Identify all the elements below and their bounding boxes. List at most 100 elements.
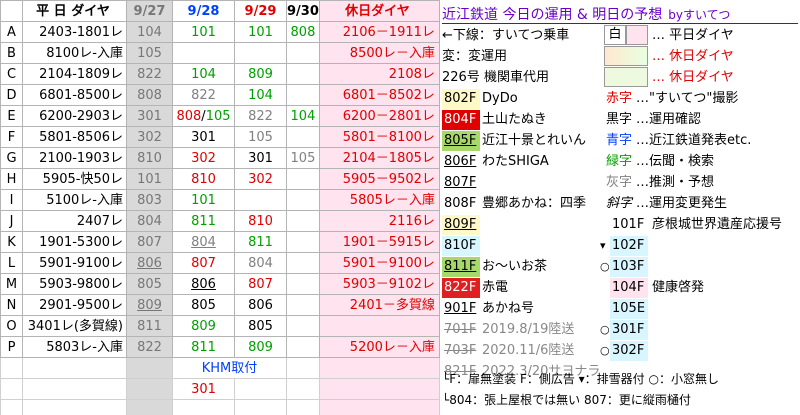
header-date-3: 9/30: [286, 0, 320, 22]
train-808F: 808F 豊郷あかね：四季: [444, 196, 587, 211]
train-number: 8100レ-入庫: [22, 42, 127, 64]
cell-value: 805: [126, 273, 173, 295]
blank: [286, 357, 320, 379]
row-id: J: [0, 210, 23, 232]
train-802F: 802F DyDo: [442, 88, 518, 109]
cell-value: [286, 336, 320, 358]
header-holiday: 休日ダイヤ: [318, 0, 440, 22]
cell-value: 806: [172, 273, 235, 295]
train-number: 5905-快50レ: [22, 168, 127, 190]
train-number: 6200-2903レ: [22, 105, 127, 127]
blank: [0, 357, 23, 379]
train-number: 5803レ-入庫: [22, 336, 127, 358]
header-weekday-label: 平 日 ダイヤ: [22, 0, 127, 22]
cell-value: 101: [234, 21, 287, 43]
holiday-chip: [626, 25, 648, 45]
train-number: 5901-9100レ: [22, 252, 127, 274]
cell-value: 810: [172, 168, 235, 190]
cell-value: 810: [234, 210, 287, 232]
legend-panel: 近江鉄道 今日の運用 & 明日の予想 byすいてつ ←下線：すいてつ乗車 変：変運…: [440, 0, 800, 415]
train-number: 6801-8500レ: [22, 84, 127, 106]
color-legend-item: 斜字 …運用変更発生: [606, 196, 728, 211]
header-date-0: 9/27: [126, 0, 173, 22]
holiday-train: 8500レ－入庫: [318, 42, 440, 64]
cell-value: [286, 294, 320, 316]
cell-value: [286, 252, 320, 274]
holiday-train: 5905－9502レ: [318, 168, 440, 190]
holiday-train: 5903－9102レ: [318, 273, 440, 295]
header-date-1: 9/28: [172, 0, 235, 22]
train-101F: 101F 彦根城世界遺産応援号: [600, 214, 782, 235]
train-102F: ▾ 102F: [600, 235, 652, 256]
blank: [286, 378, 320, 400]
row-id: C: [0, 63, 23, 85]
cell-value: 104: [126, 21, 173, 43]
cell-value: 101: [172, 21, 235, 43]
cell-value: 302: [126, 126, 173, 148]
blank: [22, 357, 127, 379]
operations-table: 平 日 ダイヤ 9/27 9/28 9/29 9/30 休日ダイヤ A 2403-1801レ 1…: [0, 0, 440, 415]
cell-value: 803: [126, 189, 173, 211]
khm-value: 301: [172, 378, 235, 400]
cell-value: 822: [234, 105, 287, 127]
row-id: K: [0, 231, 23, 253]
cell-value: [286, 63, 320, 85]
train-104F: 104F 健康啓発: [600, 277, 704, 298]
header-corner: [0, 0, 23, 22]
cell-value: 811: [172, 336, 235, 358]
color-legend-item: 赤字 …"すいてつ"撮影: [606, 91, 739, 106]
blank: [318, 357, 440, 379]
note-door: └F：扉無塗装 F：側広告 ▾：排雪器付 ○：小窓無し: [442, 372, 719, 386]
blank: [172, 399, 235, 415]
train-809F: 809F: [442, 214, 482, 235]
cell-value: [286, 84, 320, 106]
header-date-2: 9/29: [234, 0, 287, 22]
cell-value: 805: [234, 315, 287, 337]
legend-holiday: … 休日ダイヤ: [652, 49, 734, 64]
color-legend-item: 黒字 …運用確認: [606, 112, 702, 127]
train-number: 2407レ: [22, 210, 127, 232]
blank: [22, 399, 127, 415]
cell-value: [172, 42, 235, 64]
train-806F: 806F わたSHIGA: [444, 154, 549, 169]
holiday-train: 6801－8502レ: [318, 84, 440, 106]
holiday-train: 5805レ－入庫: [318, 189, 440, 211]
train-number: 1901-5300レ: [22, 231, 127, 253]
holiday-train: 2106－1911レ: [318, 21, 440, 43]
cell-value: 807: [234, 273, 287, 295]
train-807F: 807F: [444, 175, 477, 190]
color-legend-item: 緑字 …伝聞・検索: [606, 154, 715, 169]
holiday-train: [318, 315, 440, 337]
row-id: D: [0, 84, 23, 106]
note-roof: └804：張上屋根では無い 807：更に縦雨樋付: [442, 393, 691, 407]
color-legend-item: 灰字 …推測・予想: [606, 175, 715, 190]
holiday-train: 5200レ－入庫: [318, 336, 440, 358]
weekday-chip: 白: [604, 25, 626, 45]
cell-value: 804: [172, 231, 235, 253]
train-301F: ○ 301F: [600, 319, 652, 340]
holiday-train: 2116レ: [318, 210, 440, 232]
cell-value: 804: [126, 210, 173, 232]
cell-value: 104: [234, 84, 287, 106]
cell-value: 302: [234, 168, 287, 190]
holiday-train: 5801－8100レ: [318, 126, 440, 148]
cell-value: 101: [172, 189, 235, 211]
cell-value: [234, 189, 287, 211]
row-id: L: [0, 252, 23, 274]
train-number: 2403-1801レ: [22, 21, 127, 43]
legend-weekday: … 平日ダイヤ: [652, 28, 734, 43]
cell-value: 105: [286, 147, 320, 169]
cell-value: [286, 273, 320, 295]
cell-value: 104: [172, 63, 235, 85]
row-id: A: [0, 21, 23, 43]
blank: [234, 399, 287, 415]
holiday-chip-3: [604, 67, 648, 87]
row-id: N: [0, 294, 23, 316]
holiday-train: 2104－1805レ: [318, 147, 440, 169]
holiday-train: 2401－多賀線: [318, 294, 440, 316]
train-number: 2100-1903レ: [22, 147, 127, 169]
legend-loco: 226号 機関車代用: [442, 70, 549, 85]
holiday-train: 5901－9100レ: [318, 252, 440, 274]
cell-value: 811: [126, 315, 173, 337]
blank: [0, 378, 23, 400]
